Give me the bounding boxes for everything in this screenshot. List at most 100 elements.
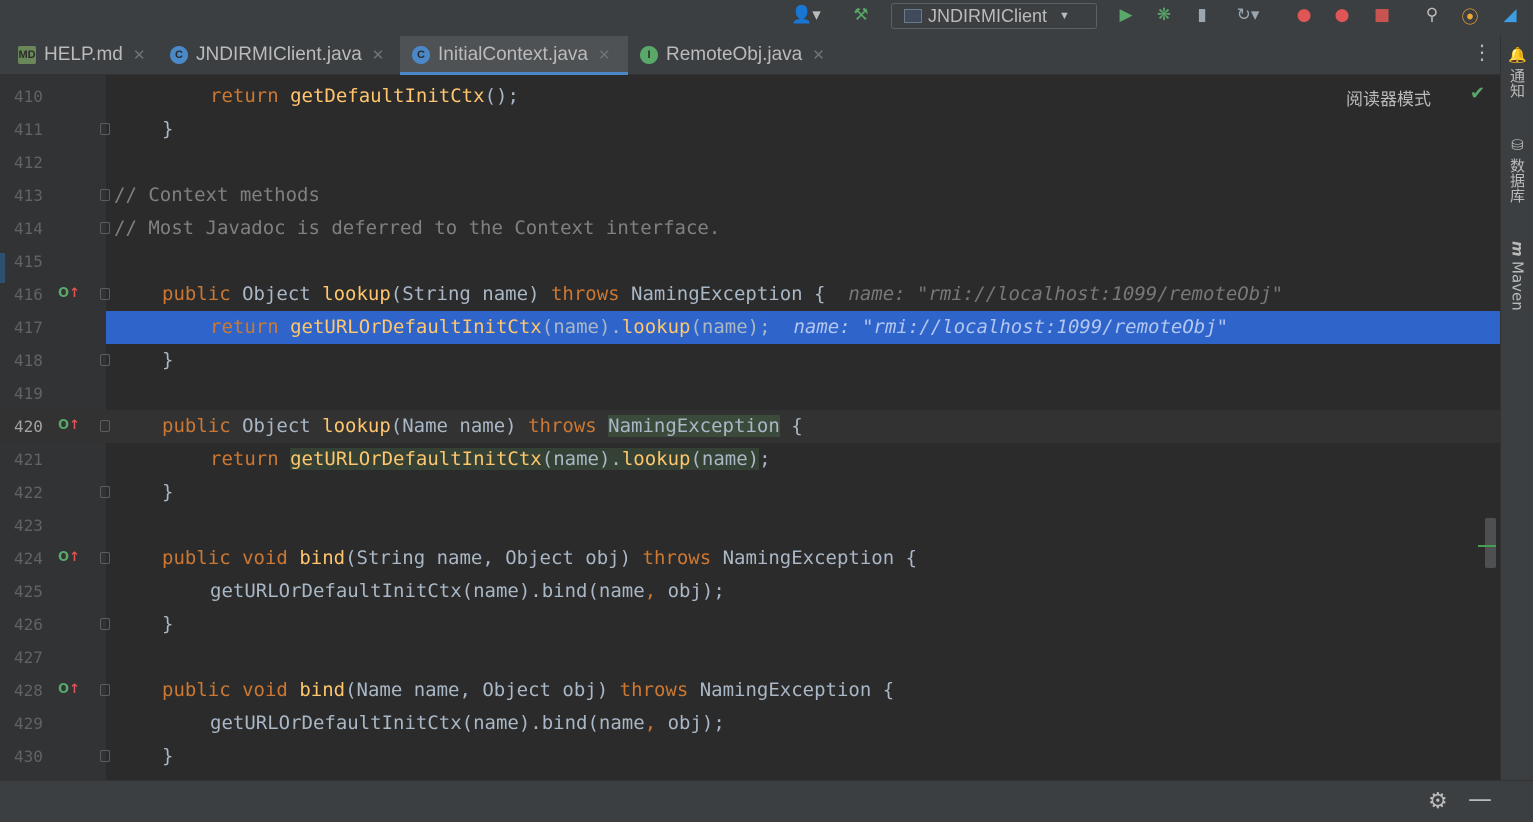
coverage-icon[interactable]: ▮ (1188, 0, 1216, 30)
maven-label: Maven (1508, 260, 1527, 311)
build-hammer-icon[interactable]: ⚒ (846, 0, 876, 30)
tab-remoteobj-java[interactable]: I RemoteObj.java ✕ (640, 36, 840, 74)
code-text: // Most Javadoc is deferred to the Conte… (114, 217, 721, 239)
line-number: 425 (14, 582, 43, 601)
search-icon[interactable]: ⚲ (1418, 0, 1446, 30)
code-line[interactable]: 410 return getDefaultInitCtx(); (0, 80, 1500, 113)
code-line[interactable]: 423 (0, 509, 1500, 542)
code-text: return getURLOrDefaultInitCtx(name).look… (106, 311, 1500, 344)
line-number: 413 (14, 186, 43, 205)
code-text: public void bind(Name name, Object obj) … (162, 679, 895, 701)
override-marker-icon[interactable]: O↑ (58, 286, 80, 301)
vertical-scrollbar[interactable] (1485, 518, 1496, 568)
line-number: 412 (14, 153, 43, 172)
tab-initialcontext-java[interactable]: C InitialContext.java ✕ (400, 36, 628, 75)
code-line[interactable]: 415 (0, 245, 1500, 278)
editor-tab-bar: MD HELP.md ✕ C JNDIRMIClient.java ✕ C In… (0, 36, 1500, 75)
close-icon[interactable]: ✕ (598, 46, 611, 64)
code-line[interactable]: 416 O↑ public Object lookup(String name)… (0, 278, 1500, 311)
code-line[interactable]: 426 } (0, 608, 1500, 641)
code-line[interactable]: 430 } (0, 740, 1500, 773)
override-marker-icon[interactable]: O↑ (58, 418, 80, 433)
code-line[interactable]: 418 } (0, 344, 1500, 377)
code-line[interactable]: 412 (0, 146, 1500, 179)
code-text: } (162, 349, 174, 371)
code-line[interactable]: 413 // Context methods (0, 179, 1500, 212)
attach-debugger-icon[interactable]: ● (1290, 0, 1318, 30)
main-toolbar: 👤▾ ⚒ JNDIRMIClient ▼ ▶ ❋ ▮ ↻▾ ● ● ■ ⚲ ⦿ … (0, 0, 1533, 36)
minimize-icon[interactable]: — (1468, 785, 1492, 813)
code-line[interactable]: 422 } (0, 476, 1500, 509)
reader-mode-button[interactable]: 阅读器模式 (1346, 85, 1431, 110)
line-number: 416 (14, 285, 43, 304)
more-tabs-icon[interactable]: ⋮ (1472, 40, 1492, 70)
code-editor[interactable]: 410 return getDefaultInitCtx(); 411 } 41… (0, 75, 1500, 780)
code-text: } (162, 745, 174, 767)
account-icon[interactable]: 👤▾ (786, 0, 826, 30)
code-line-execution-point[interactable]: 417 return getURLOrDefaultInitCtx(name).… (0, 311, 1500, 344)
database-tool[interactable]: ⛁ 数据库 (1501, 136, 1533, 226)
code-line[interactable]: 421 return getURLOrDefaultInitCtx(name).… (0, 443, 1500, 476)
close-icon[interactable]: ✕ (812, 46, 825, 64)
line-number: 430 (14, 747, 43, 766)
tab-label: HELP.md (44, 44, 123, 65)
markdown-icon: MD (18, 46, 36, 64)
code-text: } (162, 481, 174, 503)
override-marker-icon[interactable]: O↑ (58, 682, 80, 697)
line-number: 419 (14, 384, 43, 403)
code-text: return getURLOrDefaultInitCtx(name).look… (210, 448, 771, 470)
code-line[interactable]: 425 getURLOrDefaultInitCtx(name).bind(na… (0, 575, 1500, 608)
maven-tool[interactable]: m Maven (1501, 241, 1533, 341)
run-configuration-select[interactable]: JNDIRMIClient ▼ (891, 3, 1097, 29)
application-icon (904, 9, 922, 23)
code-text: public Object lookup(String name) throws… (162, 283, 1284, 305)
line-number: 418 (14, 351, 43, 370)
close-icon[interactable]: ✕ (133, 46, 146, 64)
line-number: 428 (14, 681, 43, 700)
plugin-logo-icon[interactable]: ◢ (1496, 0, 1524, 30)
bottom-tool-bar: ⚙ — (0, 780, 1533, 822)
code-line[interactable]: 424 O↑ public void bind(String name, Obj… (0, 542, 1500, 575)
line-number: 417 (14, 318, 43, 337)
line-number: 410 (14, 87, 43, 106)
run-icon[interactable]: ▶ (1112, 0, 1140, 30)
code-line[interactable]: 414 // Most Javadoc is deferred to the C… (0, 212, 1500, 245)
database-label: 数据库 (1508, 158, 1526, 203)
profile-icon[interactable]: ↻▾ (1226, 0, 1270, 30)
tab-label: JNDIRMIClient.java (196, 44, 362, 65)
tab-label: RemoteObj.java (666, 44, 803, 65)
line-number: 427 (14, 648, 43, 667)
tab-help-md[interactable]: MD HELP.md ✕ (18, 36, 158, 74)
bell-icon: 🔔 (1508, 46, 1527, 65)
scroll-change-marker (1478, 545, 1496, 547)
code-line[interactable]: 427 (0, 641, 1500, 674)
stop-icon[interactable]: ■ (1368, 0, 1396, 30)
line-number: 424 (14, 549, 43, 568)
close-icon[interactable]: ✕ (372, 46, 385, 64)
update-icon[interactable]: ⦿ (1456, 0, 1484, 30)
run-configuration-label: JNDIRMIClient (928, 5, 1048, 26)
reload-classes-icon[interactable]: ● (1328, 0, 1356, 30)
line-number: 426 (14, 615, 43, 634)
code-line[interactable]: 429 getURLOrDefaultInitCtx(name).bind(na… (0, 707, 1500, 740)
debug-icon[interactable]: ❋ (1150, 0, 1178, 30)
notifications-tool[interactable]: 🔔 通知 (1501, 46, 1533, 126)
database-icon: ⛁ (1508, 136, 1527, 154)
gear-icon[interactable]: ⚙ (1428, 789, 1448, 814)
line-number: 422 (14, 483, 43, 502)
line-number: 414 (14, 219, 43, 238)
line-number: 415 (14, 252, 43, 271)
code-text: } (162, 613, 174, 635)
code-text: // Context methods (114, 184, 320, 206)
check-icon[interactable]: ✔ (1470, 83, 1485, 104)
notifications-label: 通知 (1508, 68, 1526, 99)
tab-jndirmiclient-java[interactable]: C JNDIRMIClient.java ✕ (170, 36, 398, 74)
inline-debug-value: name: "rmi://localhost:1099/remoteObj" (848, 283, 1284, 305)
code-line[interactable]: 428 O↑ public void bind(Name name, Objec… (0, 674, 1500, 707)
code-line[interactable]: 411 } (0, 113, 1500, 146)
code-line-current[interactable]: 420 O↑ public Object lookup(Name name) t… (0, 410, 1500, 443)
line-number: 420 (14, 417, 43, 436)
override-marker-icon[interactable]: O↑ (58, 550, 80, 565)
code-text: getURLOrDefaultInitCtx(name).bind(name, … (210, 580, 725, 602)
code-line[interactable]: 419 (0, 377, 1500, 410)
